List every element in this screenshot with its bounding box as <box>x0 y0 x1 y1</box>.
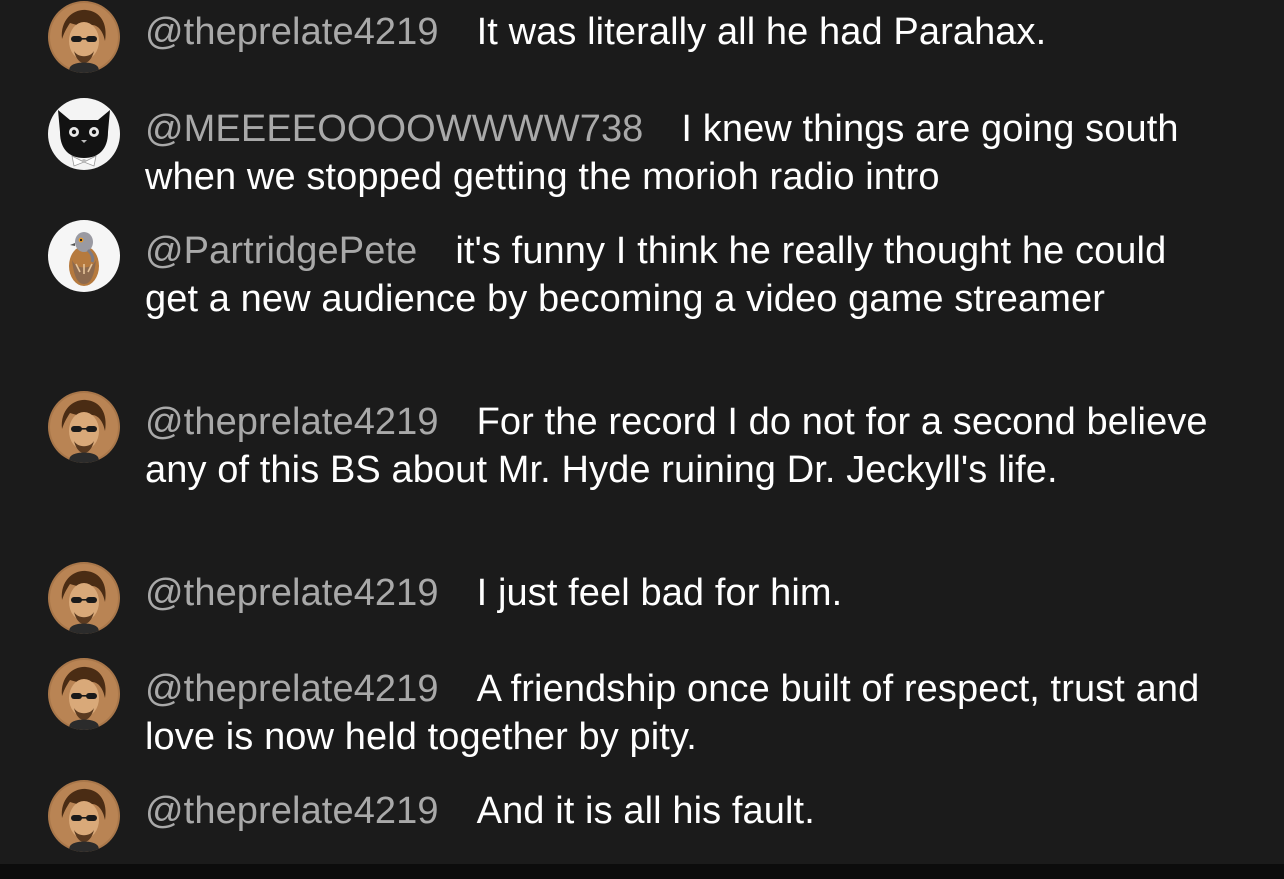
message-text: @theprelate4219 For the record I do not f… <box>145 399 1230 494</box>
chat-list: @theprelate4219 It was literally all he h… <box>0 0 1284 864</box>
username-handle[interactable]: @theprelate4219 <box>145 401 439 443</box>
man-sunglasses-icon <box>48 562 120 634</box>
bottom-edge-bar <box>0 864 1284 879</box>
chat-message: @PartridgePete it's funny I think he real… <box>48 220 1248 362</box>
man-sunglasses-avatar[interactable] <box>48 1 120 73</box>
username-handle[interactable]: @theprelate4219 <box>145 11 439 53</box>
message-text: @theprelate4219 It was literally all he h… <box>145 9 1230 57</box>
message-body: It was literally all he had Parahax. <box>476 11 1047 53</box>
partridge-avatar[interactable] <box>48 220 120 292</box>
partridge-icon <box>48 220 120 292</box>
username-handle[interactable]: @PartridgePete <box>145 230 417 272</box>
chat-message: @theprelate4219 A friendship once built o… <box>48 658 1248 758</box>
username-handle[interactable]: @theprelate4219 <box>145 790 439 832</box>
chat-message: @theprelate4219 It was literally all he h… <box>48 1 1248 73</box>
message-body: I just feel bad for him. <box>476 572 843 614</box>
man-sunglasses-avatar[interactable] <box>48 562 120 634</box>
message-text: @theprelate4219 A friendship once built o… <box>145 666 1230 761</box>
man-sunglasses-icon <box>48 1 120 73</box>
username-handle[interactable]: @theprelate4219 <box>145 572 439 614</box>
man-sunglasses-icon <box>48 391 120 463</box>
man-sunglasses-avatar[interactable] <box>48 391 120 463</box>
man-sunglasses-icon <box>48 658 120 730</box>
man-sunglasses-icon <box>48 780 120 852</box>
cat-avatar[interactable] <box>48 98 120 170</box>
message-text: @theprelate4219 I just feel bad for him. <box>145 570 1230 618</box>
chat-message: @theprelate4219 For the record I do not f… <box>48 391 1248 533</box>
chat-message: @theprelate4219 I just feel bad for him. <box>48 562 1248 634</box>
message-text: @PartridgePete it's funny I think he real… <box>145 228 1230 323</box>
message-text: @theprelate4219 And it is all his fault. <box>145 788 1230 836</box>
man-sunglasses-avatar[interactable] <box>48 658 120 730</box>
message-body: And it is all his fault. <box>476 790 815 832</box>
chat-message: @MEEEEOOOOWWWW738 I knew things are going… <box>48 98 1248 198</box>
cat-icon <box>48 98 120 170</box>
message-text: @MEEEEOOOOWWWW738 I knew things are going… <box>145 106 1230 201</box>
chat-message: @theprelate4219 And it is all his fault. <box>48 780 1248 852</box>
username-handle[interactable]: @theprelate4219 <box>145 668 439 710</box>
username-handle[interactable]: @MEEEEOOOOWWWW738 <box>145 108 643 150</box>
man-sunglasses-avatar[interactable] <box>48 780 120 852</box>
